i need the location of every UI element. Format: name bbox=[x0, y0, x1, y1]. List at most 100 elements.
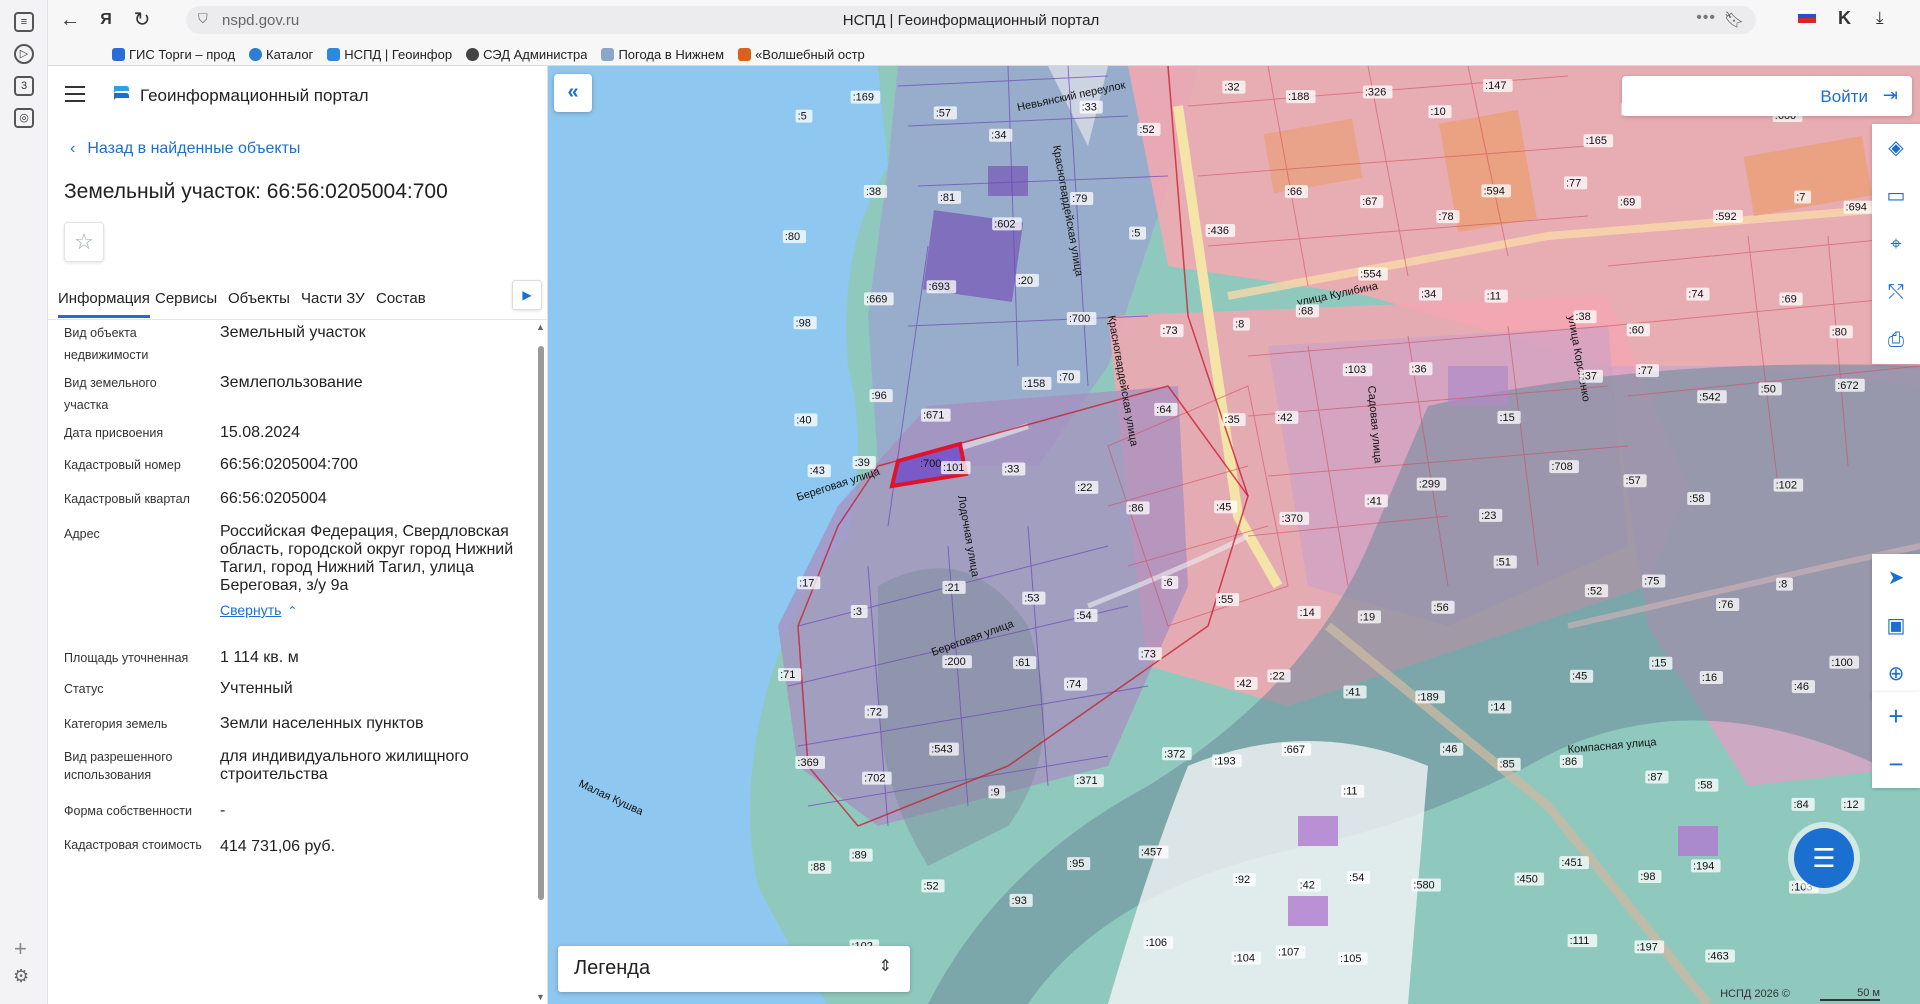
parcel-label[interactable]: :8 bbox=[1235, 319, 1244, 331]
parcel-label[interactable]: :58 bbox=[1689, 493, 1704, 505]
parcel-label[interactable]: :370 bbox=[1282, 513, 1303, 525]
settings-icon[interactable]: ⚙ bbox=[13, 966, 29, 987]
parcel-label[interactable]: :451 bbox=[1561, 857, 1582, 869]
zoom-out-icon[interactable]: − bbox=[1872, 740, 1920, 788]
locate-icon[interactable]: ➤ bbox=[1872, 554, 1920, 602]
parcel-label[interactable]: :102 bbox=[1776, 480, 1797, 492]
downloads-icon[interactable]: ⤓ bbox=[1876, 8, 1884, 28]
parcel-label[interactable]: :61 bbox=[1015, 657, 1030, 669]
parcel-label[interactable]: :14 bbox=[1490, 701, 1505, 713]
parcel-label[interactable]: :37 bbox=[1582, 371, 1597, 383]
parcel-label[interactable]: :53 bbox=[1024, 593, 1039, 605]
parcel-label[interactable]: :580 bbox=[1413, 880, 1434, 892]
media-icon[interactable]: ▷ bbox=[14, 44, 34, 64]
parcel-label[interactable]: :42 bbox=[1236, 678, 1251, 690]
parcel-label[interactable]: :75 bbox=[1644, 575, 1659, 587]
parcel-label[interactable]: :52 bbox=[1139, 124, 1154, 136]
ruler-icon[interactable]: ▭ bbox=[1872, 172, 1920, 220]
parcel-label[interactable]: :194 bbox=[1693, 860, 1714, 872]
parcel-label[interactable]: :77 bbox=[1638, 365, 1653, 377]
parcel-label[interactable]: :103 bbox=[1345, 364, 1366, 376]
geo-search-icon[interactable]: ⊕ bbox=[1872, 650, 1920, 698]
parcel-label[interactable]: :106 bbox=[1146, 937, 1167, 949]
parcel-label[interactable]: :200 bbox=[944, 656, 965, 668]
map-canvas[interactable]: :700 Береговая улица Красногвардейская у… bbox=[548, 66, 1920, 1004]
parcel-label[interactable]: :708 bbox=[1551, 461, 1572, 473]
parcel-label[interactable]: :700 bbox=[1069, 313, 1090, 325]
parcel-label[interactable]: :60 bbox=[1629, 324, 1644, 336]
parcel-label[interactable]: :17 bbox=[799, 577, 814, 589]
parcel-label[interactable]: :463 bbox=[1707, 951, 1728, 963]
parcel-label[interactable]: :41 bbox=[1345, 686, 1360, 698]
parcel-label[interactable]: :594 bbox=[1483, 185, 1504, 197]
parcel-label[interactable]: :72 bbox=[867, 706, 882, 718]
parcel-label[interactable]: :5 bbox=[798, 111, 807, 123]
parcel-label[interactable]: :52 bbox=[923, 880, 938, 892]
parcel-label[interactable]: :92 bbox=[1235, 874, 1250, 886]
parcel-label[interactable]: :165 bbox=[1586, 135, 1607, 147]
parcel-label[interactable]: :73 bbox=[1162, 325, 1177, 337]
parcel-label[interactable]: :45 bbox=[1216, 501, 1231, 513]
parcel-label[interactable]: :74 bbox=[1066, 679, 1081, 691]
bookmark-item[interactable]: Каталог bbox=[249, 44, 313, 64]
parcel-label[interactable]: :54 bbox=[1349, 872, 1364, 884]
parcel-label[interactable]: :88 bbox=[810, 862, 825, 874]
parcel-label[interactable]: :22 bbox=[1077, 482, 1092, 494]
parcel-label[interactable]: :5 bbox=[1131, 228, 1140, 240]
parcel-label[interactable]: :450 bbox=[1516, 874, 1537, 886]
parcel-label[interactable]: :66 bbox=[1287, 186, 1302, 198]
parcel-label[interactable]: :100 bbox=[1831, 657, 1852, 669]
parcel-label[interactable]: :80 bbox=[1832, 326, 1847, 338]
screenshot-icon[interactable]: ◎ bbox=[14, 108, 34, 128]
parcel-label[interactable]: :64 bbox=[1156, 404, 1171, 416]
bookmark-item[interactable]: Погода в Нижнем bbox=[601, 44, 724, 64]
reload-icon[interactable]: ↻ bbox=[130, 8, 154, 32]
parcel-label[interactable]: :189 bbox=[1417, 691, 1438, 703]
parcel-label[interactable]: :436 bbox=[1208, 225, 1229, 237]
parcel-label[interactable]: :35 bbox=[1224, 414, 1239, 426]
parcel-label[interactable]: :9 bbox=[990, 786, 999, 798]
parcel-label[interactable]: :8 bbox=[1778, 579, 1787, 591]
parcel-label[interactable]: :101 bbox=[943, 462, 964, 474]
parcel-label[interactable]: :7 bbox=[1796, 191, 1805, 203]
parcel-label[interactable]: :98 bbox=[1640, 871, 1655, 883]
parcel-label[interactable]: :95 bbox=[1069, 858, 1084, 870]
parcel-label[interactable]: :371 bbox=[1076, 775, 1097, 787]
parcel-label[interactable]: :38 bbox=[1575, 311, 1590, 323]
tab-objects[interactable]: Объекты bbox=[228, 290, 290, 307]
parcel-label[interactable]: :70 bbox=[1059, 371, 1074, 383]
back-arrow-icon[interactable]: ← bbox=[58, 8, 82, 32]
parcel-label[interactable]: :158 bbox=[1024, 378, 1045, 390]
parcel-label[interactable]: :84 bbox=[1793, 799, 1808, 811]
parcel-label[interactable]: :111 bbox=[1570, 935, 1590, 947]
parcel-label[interactable]: :543 bbox=[931, 744, 952, 756]
parcel-label[interactable]: :69 bbox=[1620, 197, 1635, 209]
bookmark-item[interactable]: НСПД | Геоинфор bbox=[327, 44, 452, 64]
parcel-label[interactable]: :40 bbox=[796, 414, 811, 426]
parcel-label[interactable]: :96 bbox=[871, 390, 886, 402]
parcel-label[interactable]: :50 bbox=[1761, 383, 1776, 395]
tabs-scroll-right-icon[interactable]: ▶ bbox=[512, 280, 542, 310]
parcel-label[interactable]: :51 bbox=[1496, 557, 1511, 569]
parcel-label[interactable]: :36 bbox=[1411, 363, 1426, 375]
collapse-panel-icon[interactable]: « bbox=[554, 74, 592, 112]
parcel-label[interactable]: :16 bbox=[1702, 672, 1717, 684]
parcel-label[interactable]: :43 bbox=[810, 465, 825, 477]
parcel-label[interactable]: :169 bbox=[853, 92, 874, 104]
parcel-label[interactable]: :12 bbox=[1843, 799, 1858, 811]
parcel-label[interactable]: :23 bbox=[1481, 510, 1496, 522]
menu-icon[interactable] bbox=[65, 86, 85, 107]
parcel-label[interactable]: :15 bbox=[1651, 658, 1666, 670]
minimap-icon[interactable]: ▣ bbox=[1872, 602, 1920, 650]
tab-land-parts[interactable]: Части ЗУ bbox=[301, 290, 365, 307]
parcel-label[interactable]: :79 bbox=[1072, 193, 1087, 205]
bookmark-item[interactable]: СЭД Администра bbox=[466, 44, 587, 64]
parcel-label[interactable]: :38 bbox=[866, 186, 881, 198]
yandex-icon[interactable]: Я bbox=[94, 8, 118, 32]
parcel-label[interactable]: :104 bbox=[1234, 953, 1255, 965]
scroll-down-icon[interactable]: ▼ bbox=[536, 992, 545, 1002]
parcel-label[interactable]: :33 bbox=[1004, 464, 1019, 476]
bookmark-item[interactable]: ГИС Торги – прод bbox=[112, 44, 235, 64]
legend-dropdown[interactable]: Легенда ⇕ bbox=[558, 946, 910, 992]
parcel-label[interactable]: :98 bbox=[796, 317, 811, 329]
